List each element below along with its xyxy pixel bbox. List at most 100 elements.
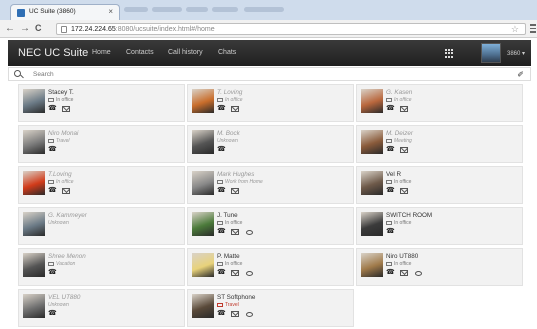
blurred-tab <box>244 7 284 12</box>
user-avatar[interactable] <box>481 43 501 63</box>
phone-icon[interactable]: ☎ <box>217 310 226 317</box>
chat-icon[interactable] <box>415 270 422 276</box>
contact-status: In office <box>217 220 242 226</box>
close-icon[interactable]: × <box>108 7 113 16</box>
avatar <box>23 89 45 113</box>
avatar <box>361 89 383 113</box>
contact-status: In office <box>217 261 242 267</box>
contact-name: Vel R <box>386 171 402 178</box>
contact-card[interactable]: G. Kasen In office ☎ <box>356 84 523 122</box>
avatar <box>361 130 383 154</box>
browser-tab[interactable]: UC Suite (3860) × <box>10 4 120 20</box>
phone-icon[interactable]: ☎ <box>217 105 226 112</box>
chat-icon[interactable] <box>246 311 253 317</box>
contact-status: In office <box>48 97 73 103</box>
app-brand[interactable]: NEC UC Suite <box>18 47 88 59</box>
nav-call-history[interactable]: Call history <box>168 49 203 56</box>
back-icon[interactable]: ← <box>5 22 15 35</box>
user-menu[interactable]: 3860 ▾ <box>507 50 525 57</box>
contact-card[interactable]: Niro Monai Travel ☎ <box>18 125 185 163</box>
contact-status: Vacation <box>48 261 75 267</box>
contact-card[interactable]: VEL UT880 Unknown ☎ <box>18 289 185 327</box>
contact-card[interactable]: M. Bock Unknown ☎ <box>187 125 354 163</box>
phone-icon[interactable]: ☎ <box>386 269 395 276</box>
nav-home[interactable]: Home <box>92 49 111 56</box>
phone-icon[interactable]: ☎ <box>386 228 395 235</box>
contact-card[interactable]: Niro UT880 In office ☎ <box>356 248 523 286</box>
tab-title: UC Suite (3860) <box>29 8 76 15</box>
contact-status: In office <box>217 97 243 103</box>
contact-card[interactable]: P. Matte In office ☎ <box>187 248 354 286</box>
contact-card[interactable]: Stacey T. In office ☎ <box>18 84 185 122</box>
mail-icon[interactable] <box>400 188 408 194</box>
nav-contacts[interactable]: Contacts <box>126 49 154 56</box>
mail-icon[interactable] <box>400 147 408 153</box>
blurred-tab <box>212 7 238 12</box>
contact-name: G. Kasen <box>386 89 413 96</box>
mail-icon[interactable] <box>231 311 239 317</box>
edit-icon[interactable]: ✐ <box>517 70 524 79</box>
avatar <box>192 89 214 113</box>
search-icon <box>14 70 21 77</box>
avatar <box>192 171 214 195</box>
contact-name: T. Loving <box>217 89 243 96</box>
contact-card[interactable]: T. Loving In office ☎ <box>187 84 354 122</box>
mail-icon[interactable] <box>400 270 408 276</box>
mail-icon[interactable] <box>231 270 239 276</box>
chat-icon[interactable] <box>246 229 253 235</box>
phone-icon[interactable]: ☎ <box>217 269 226 276</box>
contact-name: Mark Hughes <box>217 171 255 178</box>
contact-status: Unknown <box>48 302 69 308</box>
phone-icon[interactable]: ☎ <box>48 105 57 112</box>
phone-icon[interactable]: ☎ <box>217 146 226 153</box>
avatar <box>361 253 383 277</box>
app-navbar: NEC UC Suite Home Contacts Call history … <box>8 40 531 66</box>
contact-name: J. Tune <box>217 212 238 219</box>
browser-tabstrip: UC Suite (3860) × <box>0 0 537 20</box>
nav-chats[interactable]: Chats <box>218 49 236 56</box>
contact-status: Unknown <box>48 220 69 226</box>
browser-menu-icon[interactable] <box>530 24 536 33</box>
phone-icon[interactable]: ☎ <box>386 146 395 153</box>
page-icon <box>61 26 67 33</box>
contact-card[interactable]: G. Kammeyer Unknown <box>18 207 185 245</box>
search-input[interactable] <box>33 69 513 80</box>
contact-card[interactable]: ST Softphone Travel ☎ <box>187 289 354 327</box>
mail-icon[interactable] <box>400 106 408 112</box>
avatar <box>23 171 45 195</box>
contact-status: In office <box>386 179 411 185</box>
contact-name: VEL UT880 <box>48 294 81 301</box>
phone-icon[interactable]: ☎ <box>48 187 57 194</box>
contact-name: P. Matte <box>217 253 240 260</box>
bookmark-star-icon[interactable]: ☆ <box>511 24 519 35</box>
chat-icon[interactable] <box>246 270 253 276</box>
contact-name: M. Bock <box>217 130 240 137</box>
mail-icon[interactable] <box>62 188 70 194</box>
contact-card[interactable]: Mark Hughes Work from Home ☎ <box>187 166 354 204</box>
contact-card[interactable]: T.Loving In office ☎ <box>18 166 185 204</box>
phone-icon[interactable]: ☎ <box>48 269 57 276</box>
avatar <box>192 294 214 318</box>
contact-card[interactable]: M. Deizer Meeting ☎ <box>356 125 523 163</box>
reload-icon[interactable]: C <box>35 22 42 35</box>
phone-icon[interactable]: ☎ <box>48 146 57 153</box>
contact-status: Meeting <box>386 138 412 144</box>
forward-icon[interactable]: → <box>20 22 30 35</box>
contact-name: ST Softphone <box>217 294 256 301</box>
avatar <box>23 253 45 277</box>
phone-icon[interactable]: ☎ <box>386 105 395 112</box>
apps-grid-icon[interactable] <box>445 49 454 58</box>
phone-icon[interactable]: ☎ <box>217 228 226 235</box>
contact-card[interactable]: J. Tune In office ☎ <box>187 207 354 245</box>
contact-card[interactable]: Shree Menon Vacation ☎ <box>18 248 185 286</box>
phone-icon[interactable]: ☎ <box>386 187 395 194</box>
phone-icon[interactable]: ☎ <box>217 187 226 194</box>
contact-card[interactable]: SWITCH ROOM In office ☎ <box>356 207 523 245</box>
contact-card[interactable]: Vel R In office ☎ <box>356 166 523 204</box>
address-bar[interactable]: 172.24.224.65:8080/ucsuite/index.html#/h… <box>56 23 526 35</box>
mail-icon[interactable] <box>62 106 70 112</box>
mail-icon[interactable] <box>231 106 239 112</box>
mail-icon[interactable] <box>231 188 239 194</box>
mail-icon[interactable] <box>231 229 239 235</box>
phone-icon[interactable]: ☎ <box>48 310 57 317</box>
